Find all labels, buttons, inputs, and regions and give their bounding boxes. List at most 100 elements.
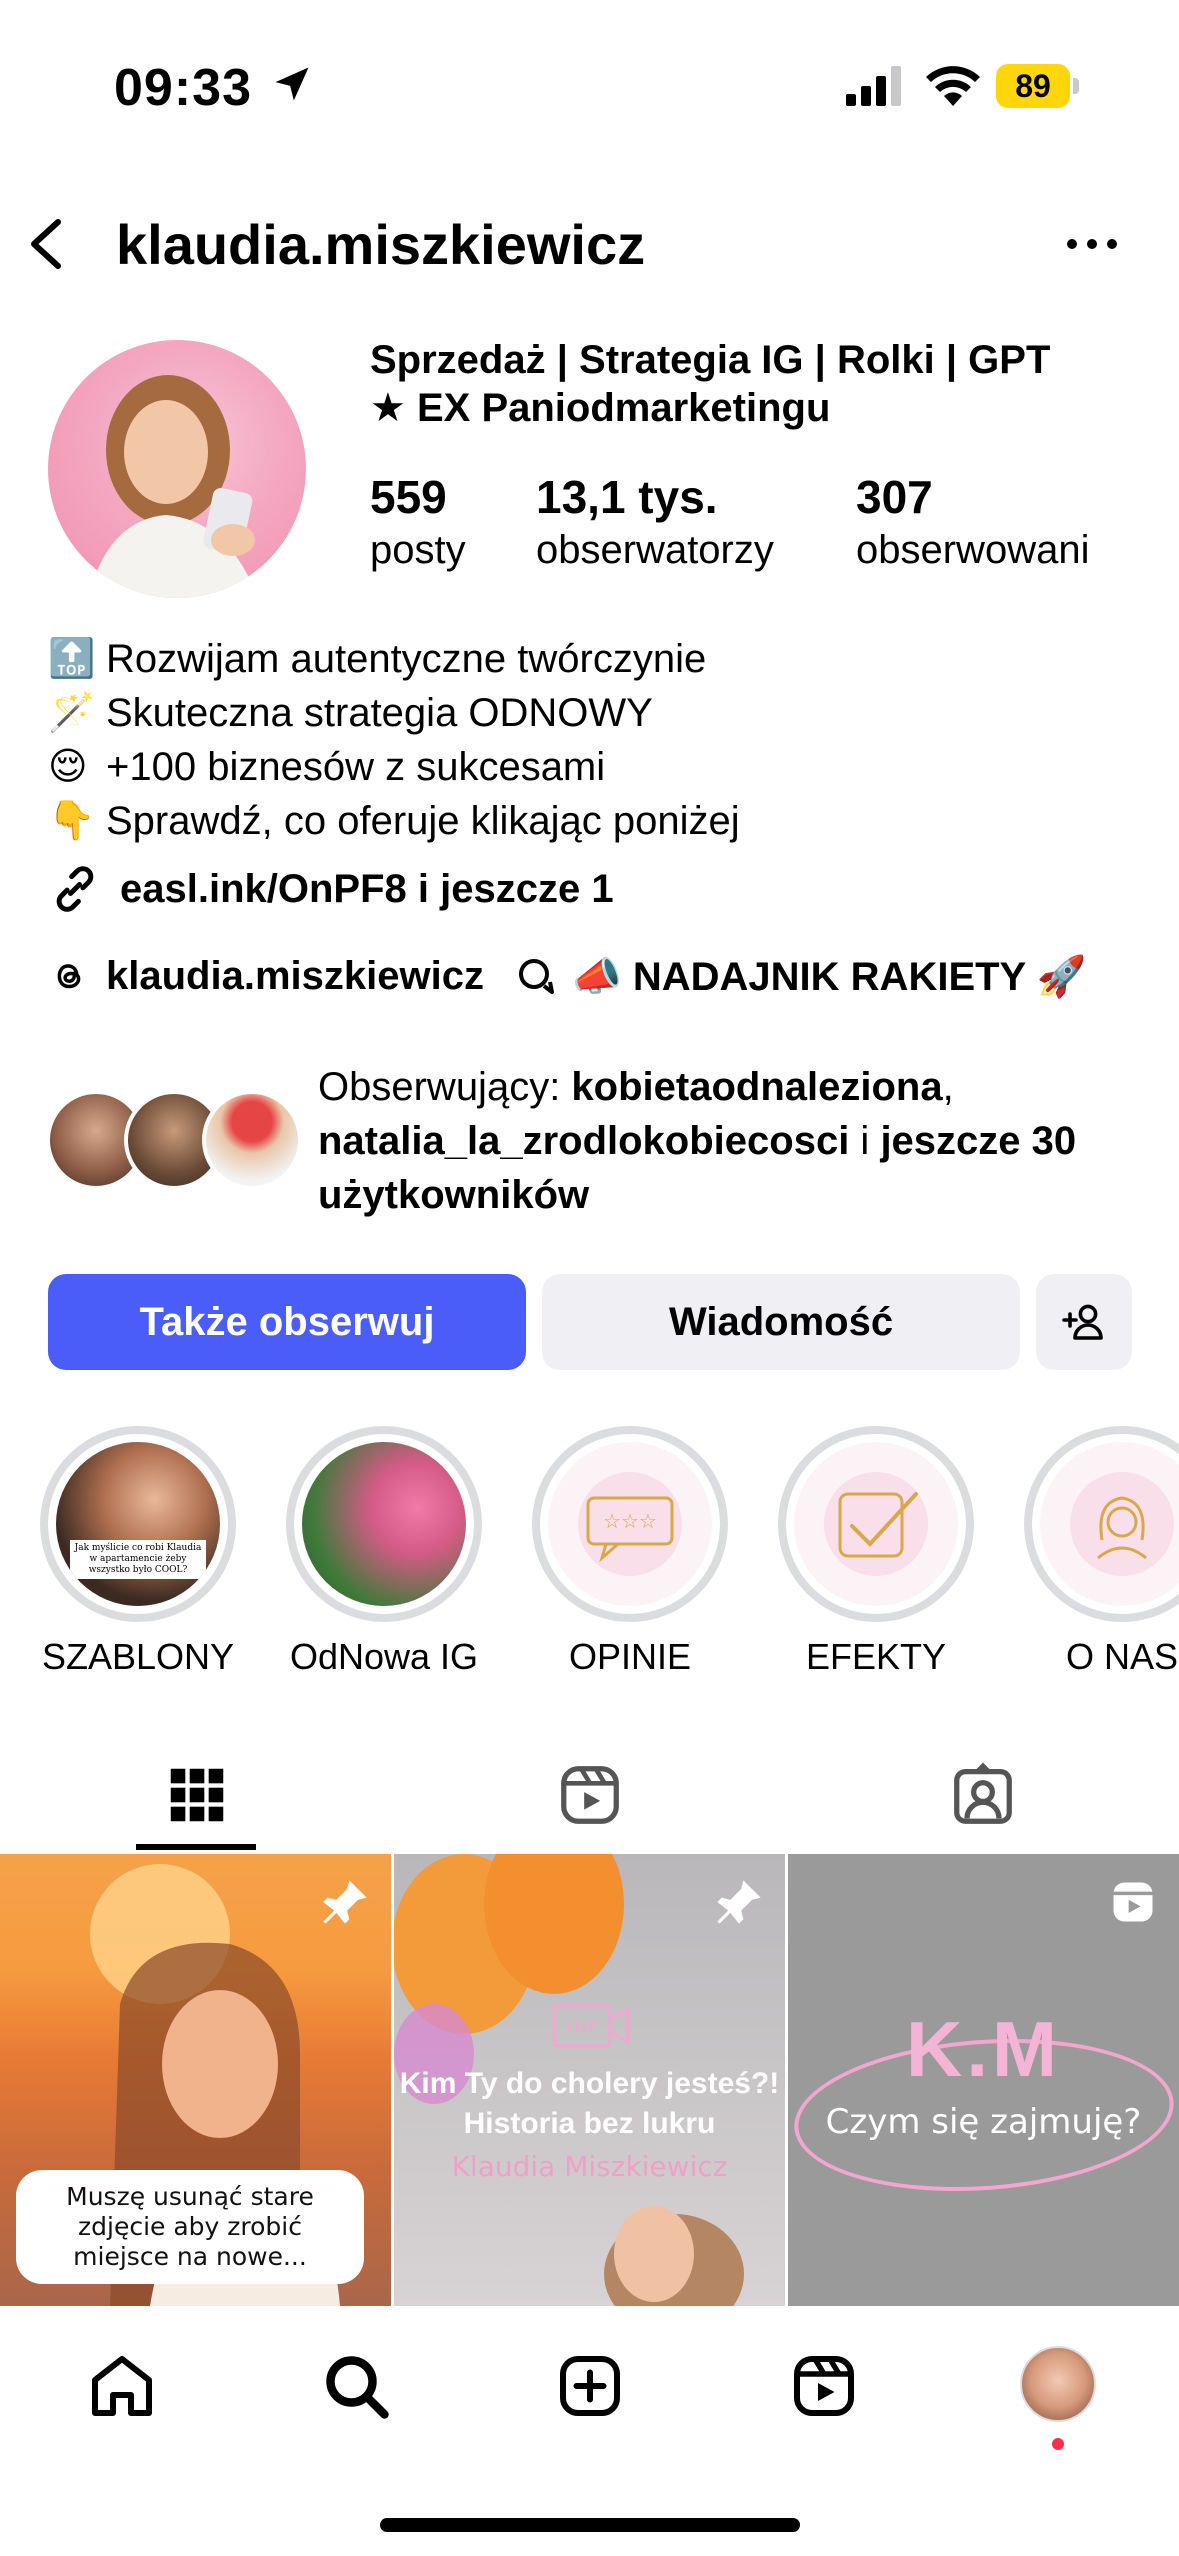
- message-button[interactable]: Wiadomość: [542, 1274, 1020, 1370]
- stat-following-label: obserwowani: [856, 528, 1090, 572]
- highlight-szablony[interactable]: Jak myślicie co robi Klaudia w apartamen…: [40, 1426, 236, 1678]
- bio-line-text: +100 biznesów z sukcesami: [106, 745, 606, 789]
- magic-wand-emoji-icon: 🪄: [48, 692, 96, 734]
- threads-channel-row: klaudia.miszkiewicz 📣 NADAJNIK RAKIETY 🚀: [48, 952, 1086, 1000]
- stat-posts-value: 559: [370, 471, 447, 523]
- bio-link[interactable]: easl.ink/OnPF8 i jeszcze 1: [48, 862, 614, 916]
- live-video-icon: LIVE: [552, 2004, 630, 2048]
- tagged-icon: [953, 1762, 1012, 1824]
- live-label: LIVE: [567, 2020, 597, 2036]
- post-logo-text: K.M: [906, 2005, 1061, 2093]
- highlight-efekty[interactable]: EFEKTY: [778, 1426, 974, 1678]
- threads-handle[interactable]: klaudia.miszkiewicz: [106, 954, 484, 999]
- bio-text: 🔝 Rozwijam autentyczne twórczynie 🪄 Skut…: [48, 632, 740, 848]
- headline-line-2: ★ EX Paniodmarketingu: [370, 386, 831, 430]
- highlight-ring: [286, 1426, 482, 1622]
- tab-reels[interactable]: [393, 1740, 786, 1850]
- highlight-ring: [1024, 1426, 1179, 1622]
- avatar: [202, 1090, 302, 1190]
- top-emoji-icon: 🔝: [48, 638, 96, 680]
- nav-home[interactable]: [82, 2346, 162, 2426]
- highlight-o-nas[interactable]: O NAS: [1024, 1426, 1179, 1678]
- mutual-user-2[interactable]: natalia_la_zrodlokobiecosci: [318, 1119, 849, 1163]
- add-user-icon: [1062, 1304, 1103, 1340]
- headline-line-1: Sprzedaż | Strategia IG | Rolki | GPT: [370, 338, 1051, 382]
- nav-reels[interactable]: [784, 2346, 864, 2426]
- mutual-followers[interactable]: Obserwujący: kobietaodnaleziona, natalia…: [44, 1060, 1164, 1230]
- battery-level: 89: [996, 64, 1070, 108]
- bio-line: 🔝 Rozwijam autentyczne twórczynie: [48, 632, 740, 686]
- highlight-opinie[interactable]: ☆☆☆ OPINIE: [532, 1426, 728, 1678]
- back-chevron-icon[interactable]: [22, 214, 74, 274]
- bio-line-text: Sprawdź, co oferuje klikając poniżej: [106, 799, 740, 843]
- nav-profile-avatar[interactable]: [1020, 2346, 1096, 2422]
- status-time: 09:33: [114, 59, 252, 117]
- reels-icon: [794, 2356, 854, 2416]
- stat-posts-label: posty: [370, 528, 466, 572]
- tab-posts[interactable]: [0, 1740, 393, 1850]
- highlight-ring: [778, 1426, 974, 1622]
- posts-grid: Muszę usunąć stare zdjęcie aby zrobić mi…: [0, 1854, 1179, 2306]
- home-icon: [92, 2356, 152, 2416]
- post-thumbnail[interactable]: Muszę usunąć stare zdjęcie aby zrobić mi…: [0, 1854, 391, 2306]
- highlight-cover: [302, 1442, 466, 1606]
- woman-outline-icon: [1070, 1472, 1174, 1576]
- highlight-label: O NAS: [1065, 1636, 1179, 1677]
- broadcast-channel-icon: [518, 959, 554, 994]
- avatar-portrait-illustration: [88, 375, 258, 598]
- mutual-followers-text: Obserwujący: kobietaodnaleziona, natalia…: [318, 1060, 1158, 1222]
- profile-avatar[interactable]: [48, 340, 306, 598]
- location-arrow-icon: [275, 67, 309, 101]
- mutual-prefix: Obserwujący:: [318, 1065, 572, 1109]
- mutual-user-1[interactable]: kobietaodnaleziona: [571, 1065, 942, 1109]
- post-subtitle-overlay: Klaudia Miszkiewicz: [451, 2150, 728, 2183]
- reels-icon: [560, 1766, 619, 1824]
- checkmark-icon: [824, 1472, 928, 1576]
- suggested-users-button[interactable]: [1036, 1274, 1132, 1370]
- wifi-icon: [926, 66, 980, 106]
- svg-text:☆☆☆: ☆☆☆: [603, 1509, 657, 1533]
- highlight-cover: Jak myślicie co robi Klaudia w apartamen…: [56, 1442, 220, 1606]
- home-indicator[interactable]: [380, 2518, 800, 2532]
- highlight-odnowa-ig[interactable]: OdNowa IG: [286, 1426, 482, 1678]
- bio-link-text: easl.ink/OnPF8 i jeszcze 1: [120, 866, 614, 911]
- nav-search[interactable]: [316, 2346, 396, 2426]
- pinned-post-icon: [717, 1880, 761, 1924]
- highlight-cover-caption: Jak myślicie co robi Klaudia w apartamen…: [70, 1540, 206, 1579]
- battery-tip: [1073, 78, 1079, 94]
- highlight-cover: [794, 1442, 958, 1606]
- stat-followers-value: 13,1 tys.: [536, 471, 718, 523]
- highlight-label: EFEKTY: [805, 1636, 947, 1677]
- status-bar: 09:33 89: [0, 0, 1179, 170]
- reviews-stars-icon: ☆☆☆: [578, 1472, 682, 1576]
- search-icon: [326, 2356, 389, 2419]
- profile-header: klaudia.miszkiewicz: [0, 200, 1179, 290]
- follow-back-button[interactable]: Także obserwuj: [48, 1274, 526, 1370]
- create-post-icon: [560, 2356, 620, 2416]
- stat-following[interactable]: 307 obserwowani: [856, 470, 1089, 573]
- post-title-overlay: Kim Ty do cholery jesteś?! Historia bez …: [399, 2067, 780, 2140]
- post-subtitle-overlay: Czym się zajmuję?: [825, 2102, 1142, 2142]
- post-thumbnail[interactable]: LIVE Kim Ty do cholery jesteś?! Historia…: [394, 1854, 785, 2306]
- page-title: klaudia.miszkiewicz: [116, 213, 646, 276]
- bio-headline: Sprzedaż | Strategia IG | Rolki | GPT ★ …: [370, 336, 1150, 432]
- battery-indicator: 89: [996, 64, 1080, 108]
- more-options-icon[interactable]: [1062, 222, 1122, 266]
- stat-posts[interactable]: 559 posty: [370, 470, 466, 573]
- grid-icon: [170, 1768, 223, 1822]
- post-thumbnail[interactable]: K.M Czym się zajmuję?: [788, 1854, 1179, 2306]
- bottom-navigation: [0, 2306, 1179, 2556]
- link-chain-icon: [56, 866, 94, 912]
- mutual-and: i: [849, 1119, 881, 1163]
- pointing-down-emoji-icon: 👇: [48, 800, 96, 842]
- mutual-avatars: [46, 1090, 306, 1190]
- pinned-post-icon: [323, 1880, 367, 1924]
- mutual-separator: ,: [942, 1065, 954, 1109]
- bio-line-text: Skuteczna strategia ODNOWY: [106, 691, 653, 735]
- bio-line: 👇 Sprawdź, co oferuje klikając poniżej: [48, 794, 740, 848]
- active-tab-indicator: [136, 1844, 256, 1850]
- stat-followers[interactable]: 13,1 tys. obserwatorzy: [536, 470, 774, 573]
- broadcast-channel-name[interactable]: 📣 NADAJNIK RAKIETY 🚀: [572, 953, 1086, 1000]
- tab-tagged[interactable]: [786, 1740, 1179, 1850]
- nav-create[interactable]: [550, 2346, 630, 2426]
